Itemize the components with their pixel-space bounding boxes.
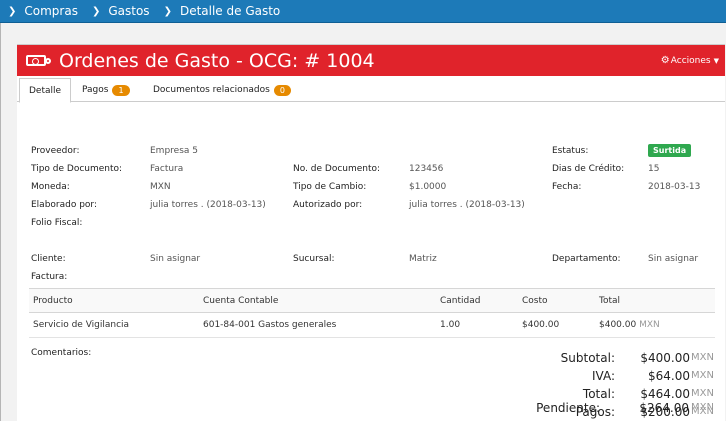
value-dias-credito: 15 — [648, 164, 660, 174]
table-row: Servicio de Vigilancia 601-84-001 Gastos… — [29, 313, 715, 338]
value-cliente: Sin asignar — [150, 254, 201, 264]
breadcrumb-item-detalle: ❯ Detalle de Gasto — [163, 4, 281, 18]
cell-cuenta: 601-84-001 Gastos generales — [203, 320, 337, 330]
label-factura: Factura: — [31, 272, 68, 282]
cell-cantidad: 1.00 — [440, 320, 461, 330]
table-header: Producto Cuenta Contable Cantidad Costo … — [29, 288, 715, 313]
label-proveedor: Proveedor: — [31, 146, 80, 156]
chevron-right-icon: ❯ — [8, 5, 17, 17]
chevron-right-icon: ❯ — [91, 5, 101, 17]
label-folio-fiscal: Folio Fiscal: — [31, 218, 83, 228]
value-autorizado-por: julia torres . (2018-03-13) — [409, 200, 525, 210]
value-moneda: MXN — [150, 182, 171, 192]
iva-value: $64.00 — [648, 369, 690, 383]
label-departamento: Departamento: — [552, 254, 621, 264]
column-header-cantidad: Cantidad — [440, 296, 481, 306]
value-tipo-cambio: $1.0000 — [409, 182, 447, 192]
status-badge: Surtida — [648, 144, 692, 157]
label-cliente: Cliente: — [31, 254, 66, 264]
label-autorizado-por: Autorizado por: — [293, 200, 363, 210]
caret-down-icon: ▼ — [713, 56, 719, 65]
value-departamento: Sin asignar — [648, 254, 699, 264]
column-header-producto: Producto — [33, 296, 73, 306]
cell-costo: $400.00 — [522, 320, 560, 330]
total-currency: MXN — [691, 388, 714, 399]
subtotal-currency: MXN — [691, 352, 714, 363]
value-no-documento: 123456 — [409, 164, 444, 174]
tab-detalle[interactable]: Detalle — [19, 78, 72, 103]
money-icon — [26, 55, 46, 66]
label-dias-credito: Dias de Crédito: — [552, 164, 625, 174]
label-elaborado-por: Elaborado por: — [31, 200, 98, 210]
page-title: Ordenes de Gasto - OCG: # 1004 — [59, 49, 375, 72]
breadcrumb-item-gastos[interactable]: ❯ Gastos — [92, 4, 150, 18]
label-estatus: Estatus: — [552, 146, 589, 156]
iva-currency: MXN — [691, 370, 714, 381]
pendiente-label: Pendiente: — [536, 401, 600, 415]
column-header-costo: Costo — [522, 296, 548, 306]
gear-icon: ⚙ — [660, 55, 670, 66]
cell-producto: Servicio de Vigilancia — [33, 320, 130, 330]
comments-label: Comentarios: — [31, 348, 92, 358]
value-proveedor: Empresa 5 — [150, 146, 198, 156]
column-header-total: Total — [599, 296, 621, 306]
value-elaborado-por: julia torres . (2018-03-13) — [150, 200, 266, 210]
label-tipo-cambio: Tipo de Cambio: — [293, 182, 367, 192]
count-badge: 0 — [273, 84, 291, 96]
label-fecha: Fecha: — [552, 182, 582, 192]
label-moneda: Moneda: — [31, 182, 70, 192]
subtotal-value: $400.00 — [640, 351, 690, 365]
column-header-cuenta: Cuenta Contable — [203, 296, 279, 306]
subtotal-label: Subtotal: — [560, 351, 615, 365]
tab-bar: Detalle Pagos 1 Documentos relacionados 0 — [17, 78, 725, 103]
breadcrumb-item-compras[interactable]: ❯ Compras — [8, 4, 78, 18]
actions-dropdown[interactable]: ⚙ Acciones ▼ — [661, 55, 719, 66]
label-tipo-documento: Tipo de Documento: — [31, 164, 123, 174]
expense-order-card: Ordenes de Gasto - OCG: # 1004 ⚙ Accione… — [17, 44, 725, 421]
total-value: $464.00 — [640, 387, 690, 401]
tab-pagos[interactable]: Pagos 1 — [82, 78, 130, 102]
pendiente-currency: MXN — [691, 402, 714, 413]
label-no-documento: No. de Documento: — [293, 164, 381, 174]
value-tipo-documento: Factura — [150, 164, 184, 174]
tab-documentos-relacionados[interactable]: Documentos relacionados 0 — [153, 78, 291, 102]
iva-label: IVA: — [591, 369, 615, 383]
count-badge: 1 — [112, 84, 130, 96]
chevron-right-icon: ❯ — [163, 5, 172, 17]
pendiente-value: $264.00 — [639, 401, 689, 415]
value-sucursal: Matriz — [409, 254, 437, 264]
total-label: Total: — [582, 387, 615, 401]
value-fecha: 2018-03-13 — [648, 182, 701, 192]
breadcrumb: ❯ Compras ❯ Gastos ❯ Detalle de Gasto — [0, 0, 726, 23]
items-table: Producto Cuenta Contable Cantidad Costo … — [29, 288, 715, 338]
card-header: Ordenes de Gasto - OCG: # 1004 ⚙ Accione… — [17, 45, 725, 76]
label-sucursal: Sucursal: — [293, 254, 335, 264]
content-area: Ordenes de Gasto - OCG: # 1004 ⚙ Accione… — [0, 23, 726, 421]
cell-total: $400.00 MXN — [599, 320, 660, 330]
